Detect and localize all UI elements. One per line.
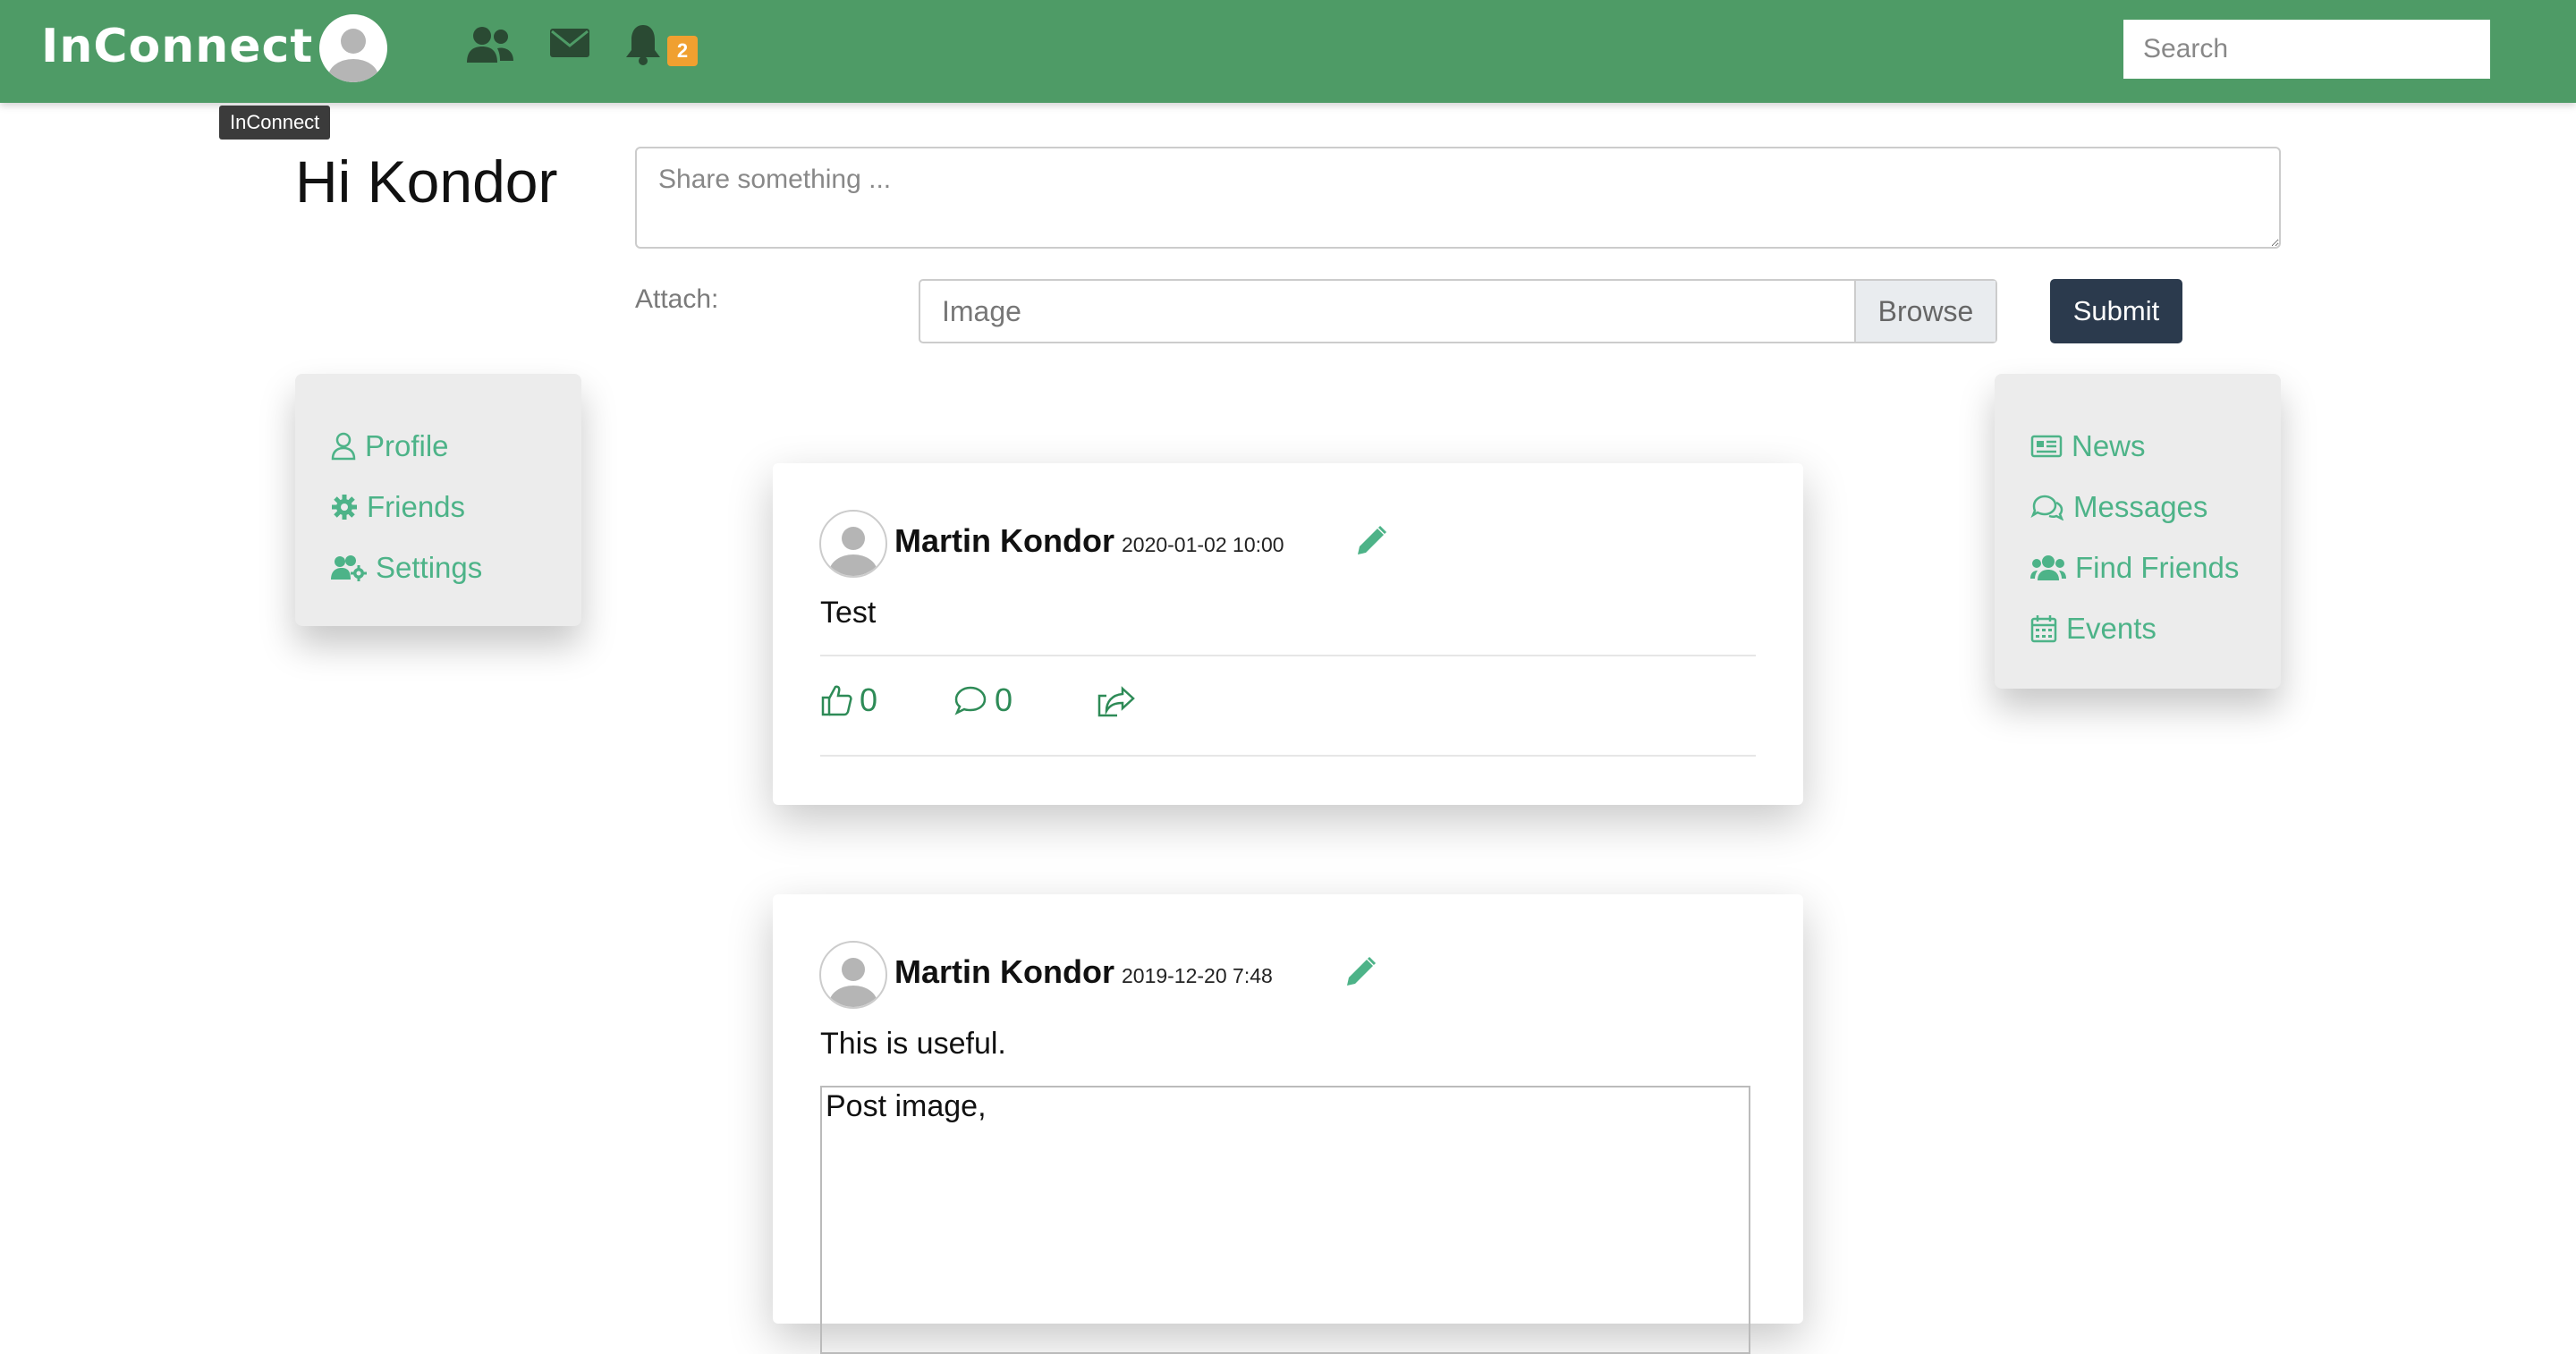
browse-button[interactable]: Browse <box>1854 281 1996 342</box>
user-icon <box>331 432 356 461</box>
author-name: Martin Kondor <box>894 953 1114 990</box>
default-avatar-icon <box>829 527 877 576</box>
comments-icon <box>2030 495 2064 520</box>
attach-label: Attach: <box>635 284 719 314</box>
menu-item-friends[interactable]: Friends <box>331 490 465 524</box>
menu-label: Messages <box>2073 490 2208 523</box>
post-date: 2019-12-20 7:48 <box>1121 964 1273 987</box>
post-date: 2020-01-02 10:00 <box>1121 533 1284 556</box>
newspaper-icon <box>2030 435 2063 458</box>
edit-icon[interactable] <box>1354 524 1388 563</box>
brand-logo[interactable]: InConnect <box>41 20 313 73</box>
comment-icon <box>954 686 987 715</box>
top-navbar: InConnect 2 <box>0 0 2576 103</box>
post-divider <box>820 655 1756 656</box>
author-avatar[interactable] <box>819 510 887 578</box>
users-icon[interactable] <box>465 25 515 69</box>
brand-tooltip: InConnect <box>219 106 331 140</box>
nav-avatar[interactable] <box>319 14 387 82</box>
author-avatar[interactable] <box>819 941 887 1009</box>
post-author[interactable]: Martin Kondor 2020-01-02 10:00 <box>894 522 1284 560</box>
like-count: 0 <box>860 681 878 718</box>
image-file-input[interactable]: Image Browse <box>919 279 1997 343</box>
menu-label: News <box>2072 429 2146 462</box>
menu-label: Profile <box>365 429 449 462</box>
post-image: Post image, <box>820 1086 1750 1354</box>
menu-item-messages[interactable]: Messages <box>2030 490 2207 524</box>
users-icon <box>2030 555 2066 580</box>
post-divider <box>820 755 1756 757</box>
gear-icon <box>332 495 357 520</box>
post-card: Martin Kondor 2019-12-20 7:48 This is use… <box>773 894 1803 1354</box>
thumbs-up-icon <box>821 685 852 716</box>
menu-item-settings[interactable]: Settings <box>331 551 482 585</box>
share-icon[interactable] <box>1096 685 1142 721</box>
calendar-icon <box>2030 615 2057 643</box>
like-button[interactable]: 0 <box>820 681 877 719</box>
bell-icon[interactable] <box>624 23 662 71</box>
post-author[interactable]: Martin Kondor 2019-12-20 7:48 <box>894 953 1273 991</box>
post-card: Martin Kondor 2020-01-02 10:00 Test 0 0 <box>773 463 1803 805</box>
menu-label: Settings <box>376 551 483 584</box>
default-avatar-icon <box>829 958 877 1007</box>
left-menu: Profile Friends Settings <box>295 374 581 626</box>
menu-label: Events <box>2066 612 2157 645</box>
menu-item-find-friends[interactable]: Find Friends <box>2030 551 2239 585</box>
menu-item-events[interactable]: Events <box>2030 612 2157 646</box>
notification-badge: 2 <box>667 36 698 66</box>
edit-icon[interactable] <box>1343 955 1377 994</box>
submit-button[interactable]: Submit <box>2050 279 2182 343</box>
file-input-placeholder: Image <box>942 295 1021 327</box>
default-avatar-icon <box>328 29 378 82</box>
search-input[interactable] <box>2123 20 2490 79</box>
comment-button[interactable]: 0 <box>953 681 1013 719</box>
envelope-icon[interactable] <box>549 27 590 63</box>
menu-label: Find Friends <box>2075 551 2240 584</box>
right-menu: News Messages Find Friends Events <box>1995 374 2281 689</box>
post-text: Test <box>820 596 877 630</box>
users-cog-icon <box>331 555 367 581</box>
comment-count: 0 <box>995 681 1013 718</box>
share-textarea[interactable] <box>635 147 2281 249</box>
greeting-heading: Hi Kondor <box>295 148 558 215</box>
menu-item-profile[interactable]: Profile <box>331 429 449 463</box>
post-text: This is useful. <box>820 1027 1006 1061</box>
menu-label: Friends <box>367 490 466 523</box>
menu-item-news[interactable]: News <box>2030 429 2146 463</box>
author-name: Martin Kondor <box>894 522 1114 559</box>
